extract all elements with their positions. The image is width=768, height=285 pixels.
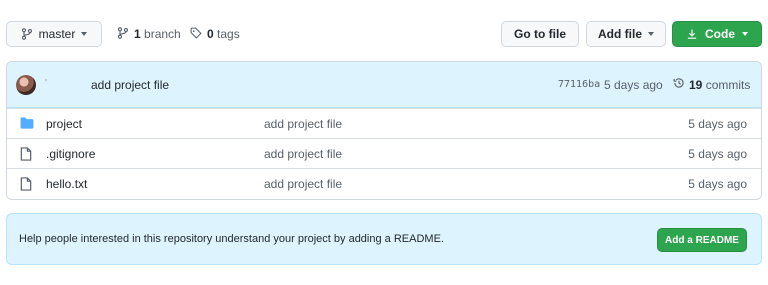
commit-word: commits (705, 77, 751, 92)
file-age: 5 days ago (688, 146, 747, 161)
add-file-button[interactable]: Add file (586, 21, 666, 47)
branches-link[interactable]: 1 branch (117, 21, 181, 47)
branch-word: branch (144, 27, 181, 41)
download-icon (686, 28, 698, 40)
tag-icon (190, 27, 202, 42)
chevron-down-icon (648, 32, 654, 36)
code-button[interactable]: Code (672, 21, 762, 47)
commits-link[interactable]: 19 commits (673, 77, 750, 92)
repo-toolbar: master 1 branch 0 tags Go to file Add fi… (6, 21, 762, 47)
branch-select-button[interactable]: master (6, 21, 102, 47)
git-branch-icon (21, 28, 33, 40)
file-list: ' add project file 77116ba 5 days ago 19… (6, 61, 762, 200)
file-age: 5 days ago (688, 116, 747, 131)
file-age: 5 days ago (688, 176, 747, 191)
tag-count: 0 (207, 27, 214, 41)
file-name-link[interactable]: hello.txt (46, 177, 87, 191)
add-file-label: Add file (598, 27, 642, 41)
folder-icon (20, 117, 34, 132)
file-row: hello.txt add project file 5 days ago (7, 168, 761, 198)
avatar[interactable] (16, 75, 36, 95)
file-row: .gitignore add project file 5 days ago (7, 138, 761, 168)
latest-commit-bar: ' add project file 77116ba 5 days ago 19… (7, 62, 761, 108)
branch-name: master (38, 27, 76, 41)
file-row: project add project file 5 days ago (7, 108, 761, 138)
code-label: Code (705, 27, 735, 41)
add-readme-button[interactable]: Add a README (657, 228, 747, 252)
file-commit-message-link[interactable]: add project file (264, 147, 342, 161)
commit-message-link[interactable]: add project file (91, 78, 169, 92)
commit-sha-link[interactable]: 77116ba (558, 79, 600, 90)
file-name-link[interactable]: .gitignore (46, 147, 95, 161)
commit-count: 19 (689, 77, 703, 92)
file-commit-message-link[interactable]: add project file (264, 177, 342, 191)
file-commit-message-link[interactable]: add project file (264, 117, 342, 131)
commit-author[interactable]: ' (45, 78, 47, 89)
git-branch-icon (117, 26, 129, 42)
commit-time: 5 days ago (604, 77, 663, 92)
branch-count: 1 (134, 27, 141, 41)
history-icon (673, 77, 685, 92)
tags-link[interactable]: 0 tags (190, 21, 240, 47)
go-to-file-button[interactable]: Go to file (501, 21, 579, 47)
readme-prompt: Help people interested in this repositor… (6, 213, 762, 265)
chevron-down-icon (81, 32, 88, 36)
file-icon (20, 147, 32, 164)
file-icon (20, 177, 32, 194)
chevron-down-icon (742, 32, 748, 36)
file-name-link[interactable]: project (46, 117, 82, 131)
readme-prompt-text: Help people interested in this repositor… (19, 233, 444, 245)
tag-word: tags (217, 27, 240, 41)
